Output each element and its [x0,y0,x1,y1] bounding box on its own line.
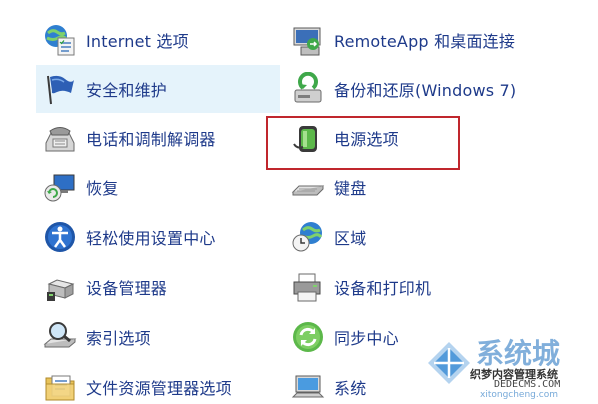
item-device-manager[interactable]: 设备管理器 [36,263,280,311]
windows-logo-icon [428,342,470,384]
item-label: 设备和打印机 [334,279,432,298]
item-backup-restore[interactable]: 备份和还原(Windows 7) [286,65,586,113]
item-internet-options[interactable]: Internet 选项 [36,16,280,64]
magnifier-icon [42,319,78,355]
internet-options-icon [42,22,78,58]
item-label: 电源选项 [334,130,399,149]
phone-icon [42,120,78,156]
item-devices-printers[interactable]: 设备和打印机 [286,263,586,311]
item-indexing-options[interactable]: 索引选项 [36,313,280,361]
remoteapp-icon [290,22,326,58]
item-label: 文件资源管理器选项 [86,379,232,398]
item-ease-of-access[interactable]: 轻松使用设置中心 [36,213,280,261]
item-label: 电话和调制解调器 [86,130,216,149]
flag-icon [42,71,78,107]
item-label: 恢复 [86,179,119,198]
control-panel-grid: Internet 选项 RemoteApp 和桌面连接 安全和维护 备份和还原(… [0,0,598,404]
item-label: 设备管理器 [86,279,168,298]
keyboard-icon [290,169,326,205]
item-label: 轻松使用设置中心 [86,229,216,248]
item-label: 键盘 [334,179,367,198]
item-power-options[interactable]: 电源选项 [286,114,586,162]
item-remoteapp[interactable]: RemoteApp 和桌面连接 [286,16,586,64]
item-label: 系统 [334,379,367,398]
battery-icon [290,120,326,156]
item-label: Internet 选项 [86,32,189,51]
item-recovery[interactable]: 恢复 [36,163,280,211]
item-security-maintenance[interactable]: 安全和维护 [36,65,280,113]
item-label: 同步中心 [334,329,399,348]
recovery-icon [42,169,78,205]
backup-icon [290,71,326,107]
watermark: 系统城 织梦内容管理系统 DEDECMS.COM xitongcheng.com [424,330,594,400]
printer-icon [290,269,326,305]
item-label: 区域 [334,229,367,248]
item-file-explorer-options[interactable]: 文件资源管理器选项 [36,363,280,404]
folder-options-icon [42,369,78,404]
item-label: 索引选项 [86,329,151,348]
watermark-url: xitongcheng.com [480,390,558,400]
sync-icon [290,319,326,355]
computer-icon [290,369,326,404]
item-label: 备份和还原(Windows 7) [334,81,517,100]
item-region[interactable]: 区域 [286,213,586,261]
accessibility-icon [42,219,78,255]
item-label: RemoteApp 和桌面连接 [334,32,516,51]
watermark-site: DEDECMS.COM [494,379,561,390]
device-manager-icon [42,269,78,305]
item-keyboard[interactable]: 键盘 [286,163,586,211]
item-label: 安全和维护 [86,81,168,100]
item-phone-modem[interactable]: 电话和调制解调器 [36,114,280,162]
globe-clock-icon [290,219,326,255]
